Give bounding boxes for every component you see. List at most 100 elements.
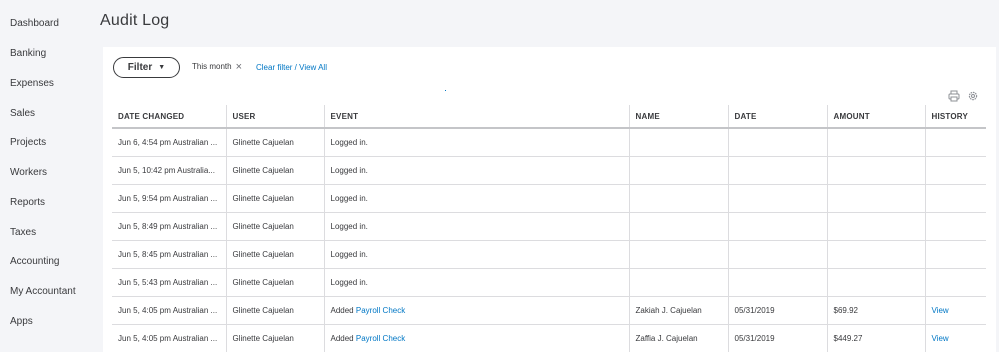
sidebar-item-apps[interactable]: Apps (10, 316, 33, 327)
payroll-check-link[interactable]: Payroll Check (356, 334, 405, 343)
filter-button-label: Filter (127, 62, 153, 73)
active-filter-chip: This month × (192, 61, 242, 72)
column-header-name[interactable]: NAME (629, 105, 729, 129)
cell-date (728, 184, 828, 213)
caret-down-icon: ▼ (158, 64, 166, 71)
cell-date (728, 212, 828, 241)
sidebar-item-reports[interactable]: Reports (10, 197, 45, 208)
sidebar-item-expenses[interactable]: Expenses (10, 78, 54, 89)
cell-event: Logged in. (324, 212, 630, 241)
column-header-date[interactable]: DATE (728, 105, 828, 129)
sidebar-item-projects[interactable]: Projects (10, 137, 46, 148)
filter-button[interactable]: Filter ▼ (113, 57, 180, 78)
column-header-amount[interactable]: AMOUNT (827, 105, 926, 129)
table-row: Jun 5, 10:42 pm Australia... Glinette Ca… (112, 156, 986, 185)
cell-user: Glinette Cajuelan (226, 296, 325, 325)
cell-date-changed: Jun 5, 9:54 pm Australian ... (112, 184, 227, 213)
cell-event: Logged in. (324, 156, 630, 185)
table-row: Jun 6, 4:54 pm Australian ... Glinette C… (112, 128, 986, 157)
sidebar-item-accounting[interactable]: Accounting (10, 256, 59, 267)
sidebar-item-taxes[interactable]: Taxes (10, 227, 36, 238)
clear-filter-link[interactable]: Clear filter / View All (256, 63, 327, 72)
sidebar-item-dashboard[interactable]: Dashboard (10, 18, 59, 29)
event-text: Logged in. (330, 221, 368, 231)
cell-history (925, 240, 986, 269)
cell-amount: $69.92 (827, 296, 926, 325)
table-header-row: DATE CHANGED USER EVENT NAME DATE AMOUNT… (112, 105, 986, 129)
column-header-date-changed[interactable]: DATE CHANGED (112, 105, 227, 129)
view-history-link[interactable]: View (932, 306, 949, 315)
cell-name (629, 156, 729, 185)
event-text: Logged in. (330, 137, 368, 147)
table-row: Jun 5, 9:54 pm Australian ... Glinette C… (112, 184, 986, 213)
cell-history (925, 128, 986, 157)
sidebar-item-banking[interactable]: Banking (10, 48, 46, 59)
cell-amount (827, 212, 926, 241)
sidebar-item-sales[interactable]: Sales (10, 108, 35, 119)
cell-user: Glinette Cajuelan (226, 268, 325, 297)
cell-amount: $449.27 (827, 324, 926, 352)
audit-log-panel: Filter ▼ This month × Clear filter / Vie… (103, 47, 996, 352)
cell-user: Glinette Cajuelan (226, 128, 325, 157)
cell-name (629, 128, 729, 157)
table-row: Jun 5, 8:49 pm Australian ... Glinette C… (112, 212, 986, 241)
gear-icon[interactable] (967, 90, 979, 102)
column-header-user[interactable]: USER (226, 105, 325, 129)
event-text: Logged in. (330, 193, 368, 203)
cell-user: Glinette Cajuelan (226, 212, 325, 241)
cell-event: Logged in. (324, 268, 630, 297)
cell-user: Glinette Cajuelan (226, 156, 325, 185)
event-text: Logged in. (330, 165, 368, 175)
loading-dot (445, 90, 446, 91)
table-row: Jun 5, 8:45 pm Australian ... Glinette C… (112, 240, 986, 269)
cell-date-changed: Jun 5, 10:42 pm Australia... (112, 156, 227, 185)
cell-name: Zaffia J. Cajuelan (629, 324, 729, 352)
cell-history: View (925, 296, 986, 325)
cell-user: Glinette Cajuelan (226, 240, 325, 269)
cell-date (728, 268, 828, 297)
cell-amount (827, 240, 926, 269)
close-icon[interactable]: × (236, 61, 242, 72)
cell-history (925, 184, 986, 213)
event-text: Logged in. (330, 249, 368, 259)
cell-date-changed: Jun 5, 8:49 pm Australian ... (112, 212, 227, 241)
event-text: Logged in. (330, 277, 368, 287)
cell-event: Added Payroll Check (324, 296, 630, 325)
cell-date: 05/31/2019 (728, 296, 828, 325)
cell-amount (827, 156, 926, 185)
cell-date-changed: Jun 5, 8:45 pm Australian ... (112, 240, 227, 269)
cell-history (925, 268, 986, 297)
column-header-event[interactable]: EVENT (324, 105, 630, 129)
table-row: Jun 5, 4:05 pm Australian ... Glinette C… (112, 324, 986, 352)
cell-date-changed: Jun 5, 4:05 pm Australian ... (112, 324, 227, 352)
table-row: Jun 5, 4:05 pm Australian ... Glinette C… (112, 296, 986, 325)
print-icon[interactable] (948, 90, 960, 102)
page-title: Audit Log (100, 12, 170, 29)
column-header-history[interactable]: HISTORY (925, 105, 986, 129)
table-row: Jun 5, 5:43 pm Australian ... Glinette C… (112, 268, 986, 297)
cell-event: Logged in. (324, 128, 630, 157)
active-filter-label: This month (192, 62, 232, 71)
cell-name (629, 184, 729, 213)
cell-history: View (925, 324, 986, 352)
cell-date: 05/31/2019 (728, 324, 828, 352)
cell-name (629, 268, 729, 297)
cell-user: Glinette Cajuelan (226, 324, 325, 352)
sidebar-nav: Dashboard Banking Expenses Sales Project… (0, 0, 90, 352)
sidebar-item-workers[interactable]: Workers (10, 167, 47, 178)
cell-amount (827, 128, 926, 157)
view-history-link[interactable]: View (932, 334, 949, 343)
cell-name (629, 212, 729, 241)
cell-amount (827, 184, 926, 213)
cell-date-changed: Jun 6, 4:54 pm Australian ... (112, 128, 227, 157)
event-text: Added (330, 305, 354, 315)
cell-history (925, 156, 986, 185)
cell-name: Zakiah J. Cajuelan (629, 296, 729, 325)
cell-date (728, 156, 828, 185)
cell-user: Glinette Cajuelan (226, 184, 325, 213)
cell-amount (827, 268, 926, 297)
cell-date (728, 240, 828, 269)
payroll-check-link[interactable]: Payroll Check (356, 306, 405, 315)
event-text: Added (330, 333, 354, 343)
sidebar-item-my-accountant[interactable]: My Accountant (10, 286, 76, 297)
